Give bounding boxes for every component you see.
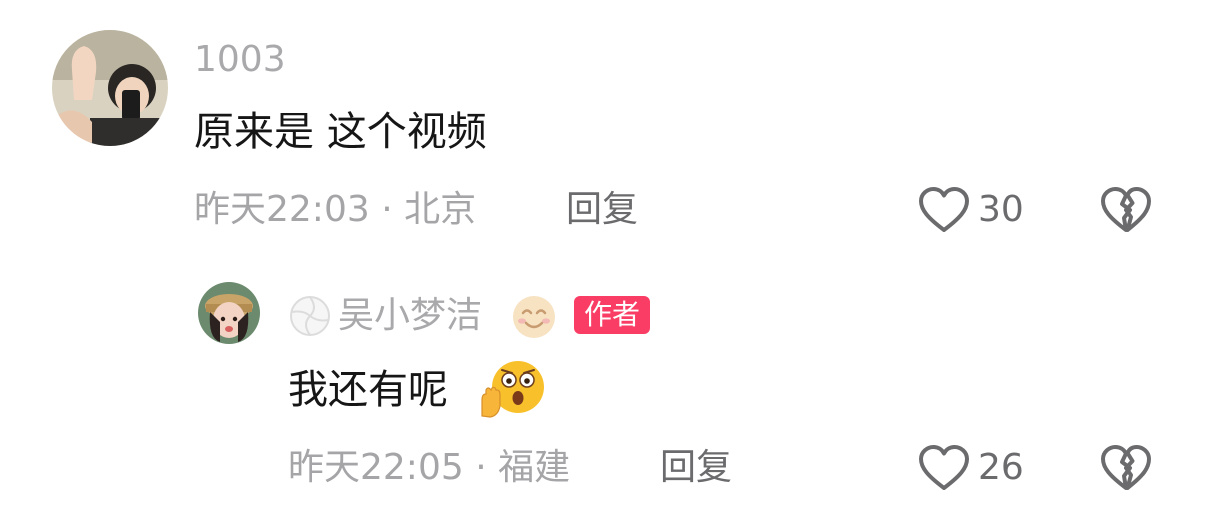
avatar[interactable]: [52, 30, 168, 146]
like-count: 26: [978, 447, 1024, 488]
like-button[interactable]: 26: [918, 444, 1024, 492]
username[interactable]: 吴小梦洁: [338, 298, 482, 334]
like-button[interactable]: 30: [918, 186, 1024, 234]
volleyball-icon: [288, 294, 332, 338]
reply-button[interactable]: 回复: [566, 192, 638, 228]
dislike-button[interactable]: [1100, 444, 1152, 496]
dislike-button[interactable]: [1100, 186, 1152, 238]
comment-text: 原来是 这个视频: [194, 109, 487, 155]
heart-outline-icon: [918, 186, 970, 234]
like-count: 30: [978, 189, 1024, 230]
reply-text: 我还有呢: [288, 367, 448, 413]
reply-button[interactable]: 回复: [660, 450, 732, 486]
smiling-face-emoji: [510, 293, 558, 341]
broken-heart-icon: [1101, 445, 1151, 490]
time-location: 昨天22:05 · 福建: [288, 447, 571, 488]
author-badge: 作者: [574, 296, 651, 334]
heart-outline-icon: [918, 444, 970, 492]
time-location: 昨天22:03 · 北京: [194, 189, 477, 230]
username[interactable]: 1003: [194, 42, 286, 78]
avatar[interactable]: [198, 282, 260, 344]
shocked-face-emoji: [478, 360, 548, 418]
broken-heart-icon: [1101, 187, 1151, 232]
